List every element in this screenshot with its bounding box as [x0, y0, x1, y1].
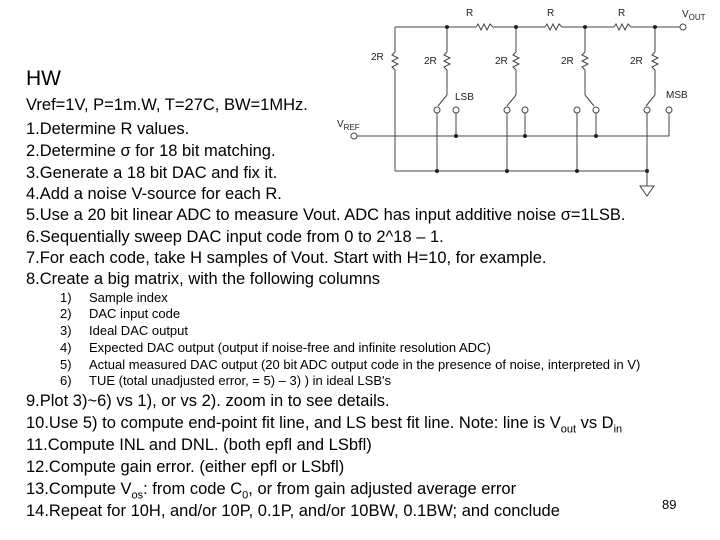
- wires: [355, 26, 683, 197]
- label-msb: MSB: [666, 90, 688, 101]
- task-item: 1.Determine R values.: [26, 120, 190, 138]
- task-item: 11.Compute INL and DNL. (both epfl and L…: [26, 436, 372, 454]
- task-item: 2.Determine σ for 18 bit matching.: [26, 142, 276, 160]
- task-item: 6.Sequentially sweep DAC input code from…: [26, 228, 444, 246]
- label-2r: 2R: [630, 56, 643, 67]
- column-text: TUE (total unadjusted error, = 5) – 3) )…: [89, 373, 391, 388]
- slide-title: HW: [26, 67, 61, 90]
- task-item: 12.Compute gain error. (either epfl or L…: [26, 458, 345, 476]
- task-item: 7.For each code, take H samples of Vout.…: [26, 249, 547, 267]
- label-r: R: [547, 8, 554, 19]
- label-2r: 2R: [424, 56, 437, 67]
- label-vref: VREF: [337, 119, 360, 132]
- label-vout: VOUT: [682, 9, 706, 22]
- column-text: Actual measured DAC output (20 bit ADC o…: [89, 357, 641, 372]
- page-number: 89: [662, 497, 677, 512]
- column-number: 5): [60, 357, 72, 372]
- column-text: Sample index: [89, 290, 168, 305]
- label-r: R: [618, 8, 625, 19]
- column-text: Expected DAC output (output if noise-fre…: [89, 340, 491, 355]
- column-text: Ideal DAC output: [89, 323, 189, 338]
- params-line: Vref=1V, P=1m.W, T=27C, BW=1MHz.: [26, 96, 308, 114]
- task-item: 8.Create a big matrix, with the followin…: [26, 270, 380, 288]
- column-number: 3): [60, 323, 72, 338]
- task-item: 14.Repeat for 10H, and/or 10P, 0.1P, and…: [26, 502, 560, 520]
- column-number: 4): [60, 340, 72, 355]
- label-2r: 2R: [561, 56, 574, 67]
- label-2r: 2R: [371, 52, 384, 63]
- column-number: 1): [60, 290, 72, 305]
- column-text: DAC input code: [89, 306, 181, 321]
- task-item: 3.Generate a 18 bit DAC and fix it.: [26, 164, 278, 182]
- slide: R R R 2R 2R 2R 2R 2R LSB MSB VOUT VREF H…: [0, 0, 720, 540]
- column-number: 2): [60, 306, 72, 321]
- task-item: 4.Add a noise V-source for each R.: [26, 185, 282, 203]
- label-r: R: [466, 8, 473, 19]
- task-item: 9.Plot 3)~6) vs 1), or vs 2). zoom in to…: [26, 392, 390, 410]
- label-lsb: LSB: [455, 92, 474, 103]
- label-2r: 2R: [495, 56, 508, 67]
- switch-contacts: [350, 23, 687, 171]
- column-number: 6): [60, 373, 72, 388]
- task-item: 5.Use a 20 bit linear ADC to measure Vou…: [26, 206, 626, 224]
